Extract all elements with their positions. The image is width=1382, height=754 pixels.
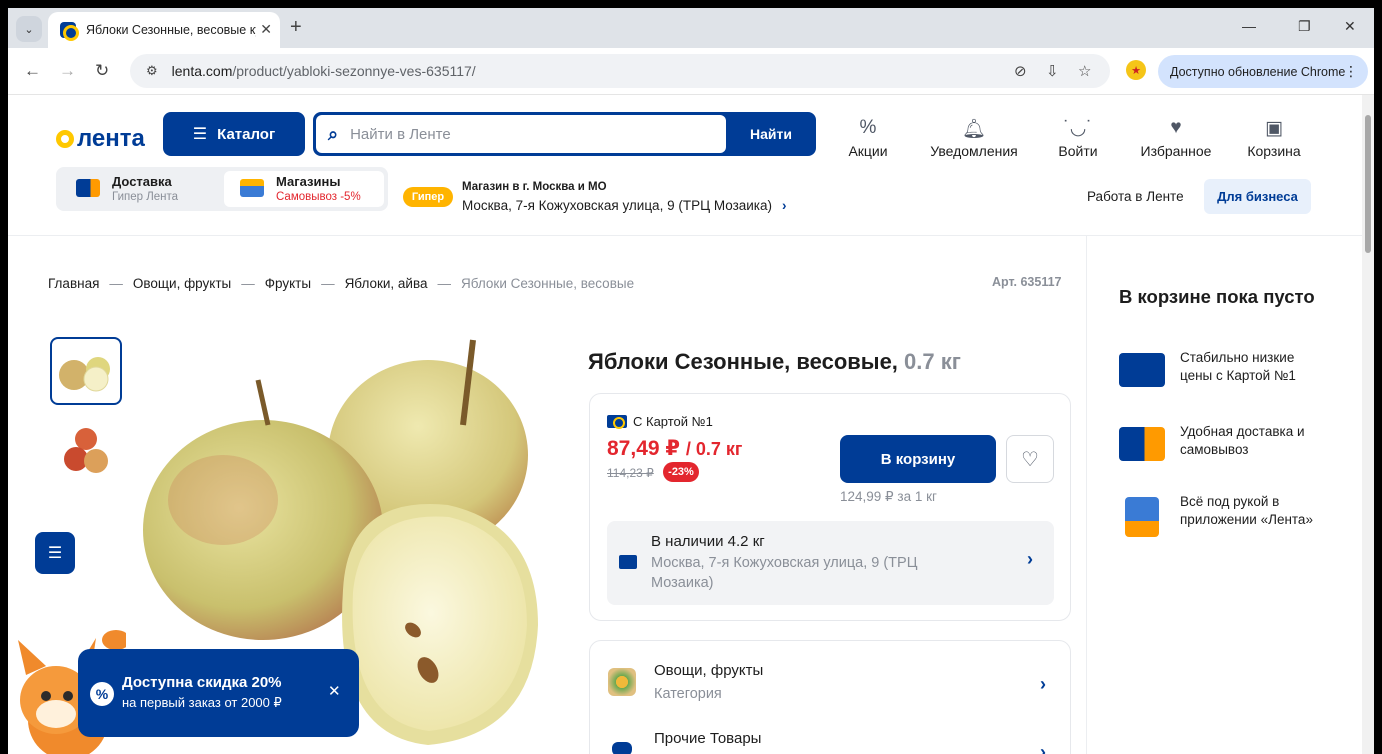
face-icon: ˙◡˙ xyxy=(1063,118,1093,139)
bell-icon: 🔔︎ xyxy=(961,119,987,140)
breadcrumb-home[interactable]: Главная xyxy=(48,276,99,291)
tag-icon xyxy=(612,742,632,754)
apple-thumbnail-image xyxy=(59,357,110,392)
breadcrumb: Главная — Овощи, фрукты — Фрукты — Яблоки, айв… xyxy=(48,276,635,291)
chevron-right-icon: › xyxy=(782,198,787,213)
apple-thumbnail-image xyxy=(64,428,108,473)
page-content: лента ☰ Каталог ⌕ Найти в Ленте Найти % … xyxy=(8,95,1362,754)
buy-box: С Картой №1 87,49 ₽ / 0.7 кг 114,23 ₽ -2… xyxy=(589,393,1071,621)
new-tab-icon[interactable]: + xyxy=(290,16,302,39)
current-price: 87,49 ₽ / 0.7 кг xyxy=(607,437,743,460)
promotions-link[interactable]: % Акции xyxy=(843,117,893,159)
reload-icon[interactable]: ↻ xyxy=(95,61,109,81)
lenta-favicon-icon xyxy=(60,22,79,41)
favorites-link[interactable]: ♥ Избранное xyxy=(1135,117,1217,159)
scrollbar[interactable] xyxy=(1362,95,1374,754)
cart-link[interactable]: ▣ Корзина xyxy=(1242,117,1306,159)
add-to-favorites-button[interactable]: ♡ xyxy=(1006,435,1054,483)
tab-close-icon[interactable]: ✕ xyxy=(260,21,272,38)
discount-badge: -23% xyxy=(663,462,699,482)
search-input[interactable]: ⌕ Найти в Ленте xyxy=(316,115,726,153)
gallery-thumbnail-1[interactable] xyxy=(50,337,122,405)
logo-mark-icon xyxy=(56,130,74,148)
cart-panel: В корзине пока пусто Стабильно низкие це… xyxy=(1086,236,1362,754)
back-icon[interactable]: ← xyxy=(24,61,41,81)
truck-icon xyxy=(1119,427,1165,461)
heart-icon: ♥ xyxy=(1170,117,1182,138)
store-type-badge: Гипер xyxy=(403,187,453,207)
tracking-icon[interactable]: ⊘ xyxy=(1014,62,1027,80)
tab-title: Яблоки Сезонные, весовые ку xyxy=(86,23,256,37)
product-title: Яблоки Сезонные, весовые, 0.7 кг xyxy=(588,349,961,374)
loyalty-card-label: С Картой №1 xyxy=(607,414,713,429)
browser-window: ⌄ Яблоки Сезонные, весовые ку ✕ + — ❐ ✕ … xyxy=(8,8,1374,754)
extension-icon[interactable]: ★ xyxy=(1126,60,1146,80)
browser-toolbar: ← → ↻ ⚙ lenta.com/product/yabloki-sezonn… xyxy=(8,48,1374,95)
category-list: Овощи, фрукты Категория › Прочие Товары … xyxy=(589,640,1071,754)
chevron-right-icon: › xyxy=(1027,549,1033,569)
add-to-cart-button[interactable]: В корзину xyxy=(840,435,996,483)
business-button[interactable]: Для бизнеса xyxy=(1204,179,1311,214)
login-link[interactable]: ˙◡˙ Войти xyxy=(1052,117,1104,159)
lenta-logo[interactable]: лента xyxy=(56,125,145,153)
url-text: lenta.com/product/yabloki-sezonnye-ves-6… xyxy=(171,63,476,79)
site-info-icon[interactable]: ⚙ xyxy=(146,63,158,79)
category-row[interactable]: Овощи, фрукты Категория › xyxy=(590,656,1072,716)
browser-tab[interactable]: Яблоки Сезонные, весовые ку ✕ xyxy=(48,12,280,48)
article-number: Арт. 635117 xyxy=(992,275,1062,289)
chrome-update-button[interactable]: Доступно обновление Chrome ⋮ xyxy=(1158,55,1368,88)
forward-icon[interactable]: → xyxy=(59,61,76,81)
promo-banner[interactable]: % Доступна скидка 20% на первый заказ от… xyxy=(78,649,359,737)
search-button[interactable]: Найти xyxy=(726,112,816,156)
stores-tab[interactable]: Магазины Самовывоз -5% xyxy=(224,171,384,207)
loyalty-card-icon xyxy=(607,415,627,429)
address-bar[interactable]: ⚙ lenta.com/product/yabloki-sezonnye-ves… xyxy=(130,54,1110,88)
tab-search-button[interactable]: ⌄ xyxy=(16,16,42,42)
category-row[interactable]: Прочие Товары › xyxy=(590,724,1072,754)
search-bar: ⌕ Найти в Ленте Найти xyxy=(313,112,816,156)
minimize-icon[interactable]: — xyxy=(1242,18,1256,34)
delivery-switch: Доставка Гипер Лента Магазины Самовывоз … xyxy=(56,167,388,211)
menu-icon: ☰ xyxy=(192,126,208,143)
breadcrumb-apples[interactable]: Яблоки, айва xyxy=(345,276,428,291)
tab-strip: ⌄ Яблоки Сезонные, весовые ку ✕ + — ❐ ✕ xyxy=(8,8,1374,48)
breadcrumb-vegetables[interactable]: Овощи, фрукты xyxy=(133,276,231,291)
chevron-right-icon: › xyxy=(1040,674,1046,694)
restore-icon[interactable]: ❐ xyxy=(1298,18,1311,35)
loyalty-card-icon xyxy=(1119,353,1165,387)
catalog-button[interactable]: ☰ Каталог xyxy=(163,112,305,156)
close-icon[interactable]: ✕ xyxy=(328,682,341,700)
chevron-right-icon: › xyxy=(1040,742,1046,754)
chat-icon: ☰ xyxy=(47,545,63,562)
scrollbar-thumb[interactable] xyxy=(1365,115,1371,253)
chat-button[interactable]: ☰ xyxy=(35,532,75,574)
bookmark-star-icon[interactable]: ☆ xyxy=(1078,62,1091,80)
search-icon: ⌕ xyxy=(328,123,339,144)
cart-empty-title: В корзине пока пусто xyxy=(1119,286,1315,307)
notifications-link[interactable]: 🔔︎ Уведомления xyxy=(926,117,1022,159)
availability-card[interactable]: В наличии 4.2 кг Москва, 7-я Кожуховская… xyxy=(607,521,1054,605)
menu-dots-icon[interactable]: ⋮ xyxy=(1344,63,1358,80)
install-app-icon[interactable]: ⇩ xyxy=(1046,62,1059,80)
delivery-tab[interactable]: Доставка Гипер Лента xyxy=(60,171,220,207)
truck-icon xyxy=(76,179,100,197)
store-icon xyxy=(240,179,264,197)
price-per-kg: 124,99 ₽ за 1 кг xyxy=(840,489,937,504)
percent-icon: % xyxy=(859,117,877,138)
percent-icon: % xyxy=(90,682,114,706)
old-price: 114,23 ₽ xyxy=(607,466,654,480)
breadcrumb-fruits[interactable]: Фрукты xyxy=(265,276,311,291)
work-link[interactable]: Работа в Ленте xyxy=(1087,189,1184,204)
store-region: Магазин в г. Москва и МО xyxy=(462,181,607,193)
vegetables-icon xyxy=(608,668,636,696)
store-icon xyxy=(619,555,637,569)
store-address: Москва, 7-я Кожуховская улица, 9 (ТРЦ Мо… xyxy=(462,198,787,213)
breadcrumb-current: Яблоки Сезонные, весовые xyxy=(461,276,635,291)
phone-app-icon xyxy=(1125,497,1159,537)
bag-icon: ▣ xyxy=(1265,118,1283,139)
window-close-icon[interactable]: ✕ xyxy=(1344,18,1356,35)
heart-outline-icon: ♡ xyxy=(1021,448,1039,471)
gallery-thumbnail-2[interactable] xyxy=(50,417,122,485)
